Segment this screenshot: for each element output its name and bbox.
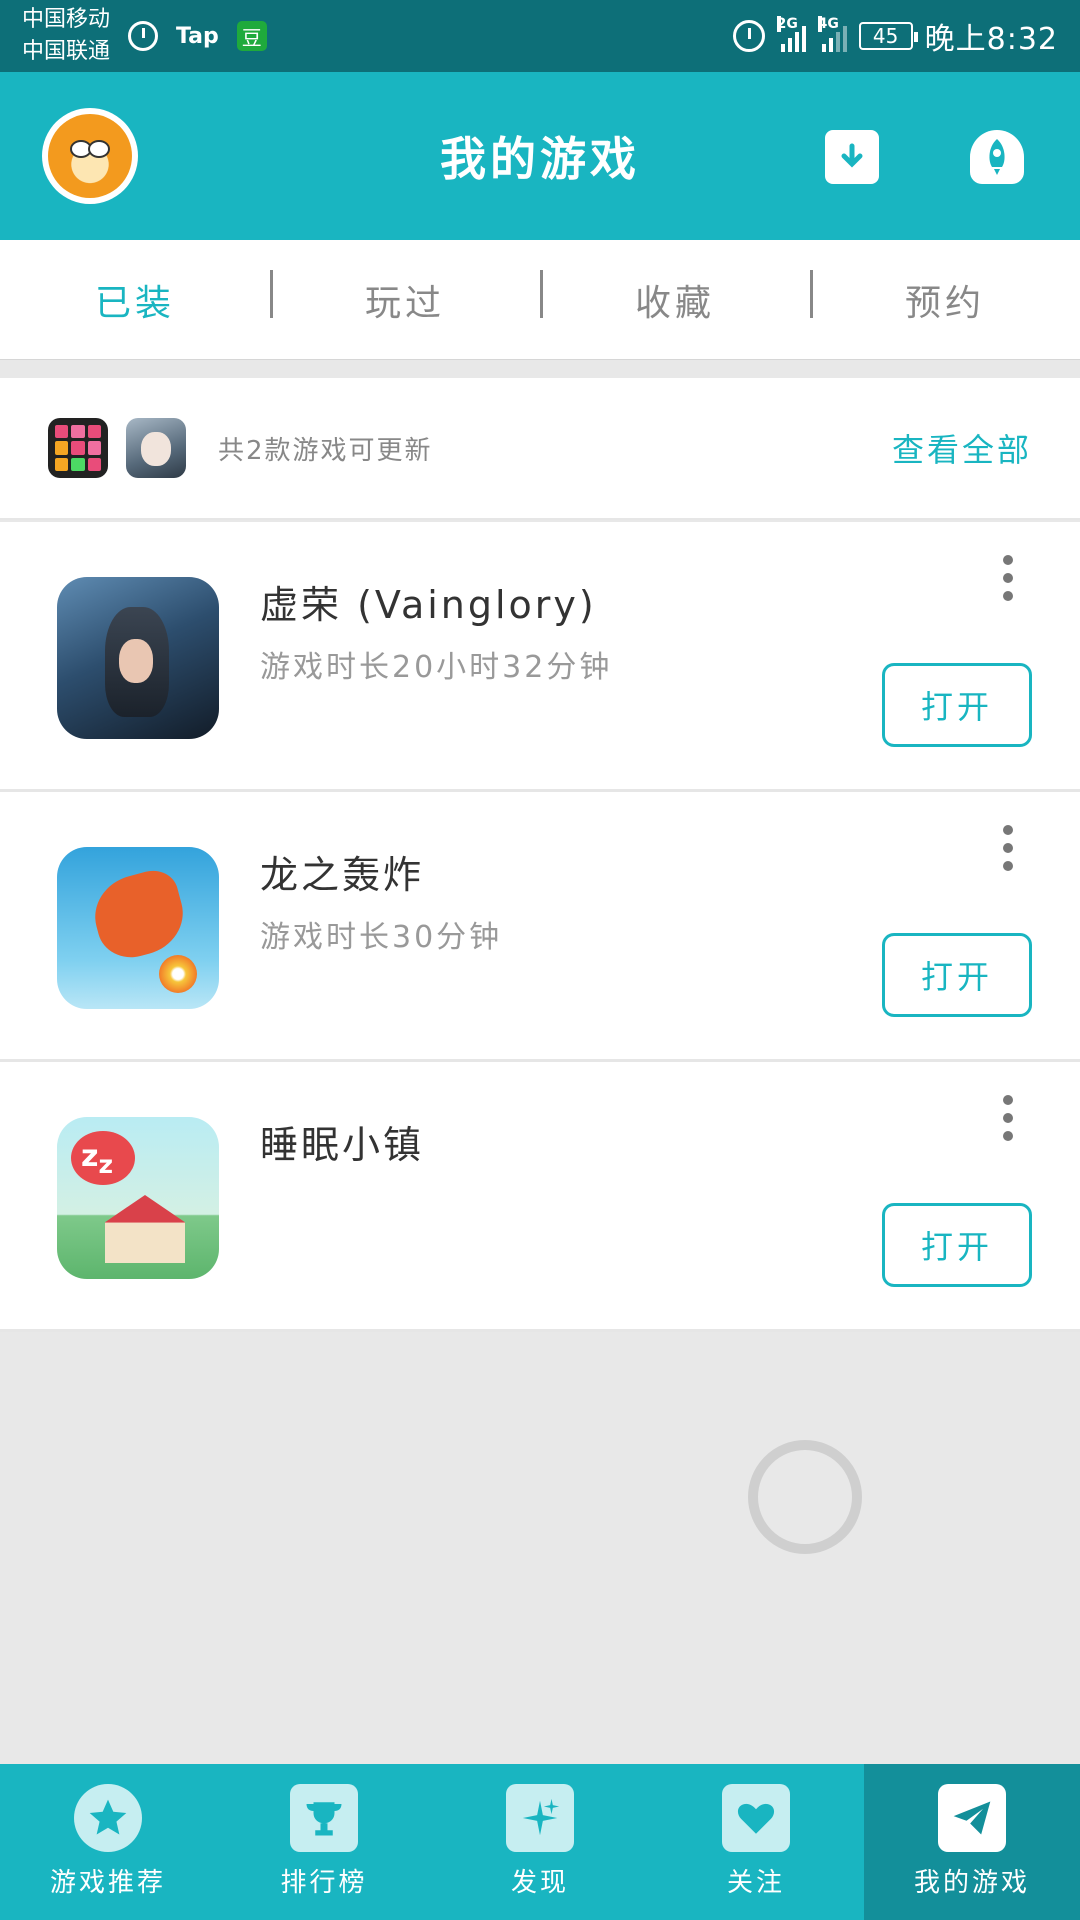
game-tabs: 已装 玩过 收藏 预约 [0, 240, 1080, 360]
tab-installed[interactable]: 已装 [0, 274, 270, 326]
sparkle-icon [506, 1784, 574, 1852]
nav-item-recommend[interactable]: 游戏推荐 [0, 1764, 216, 1920]
nav-item-rankings[interactable]: 排行榜 [216, 1764, 432, 1920]
installed-games-list: 虚荣 (Vainglory) 游戏时长20小时32分钟 打开 龙之轰炸 游戏时长… [0, 522, 1080, 1332]
heart-icon [722, 1784, 790, 1852]
carrier-1: 中国移动 [22, 7, 111, 32]
nav-label: 游戏推荐 [49, 1868, 166, 1898]
nav-label: 排行榜 [280, 1868, 368, 1898]
open-game-button[interactable]: 打开 [882, 933, 1032, 1017]
battery-icon: 45 [858, 22, 918, 50]
tab-reservations[interactable]: 预约 [810, 269, 1080, 326]
download-manager-button[interactable] [825, 130, 879, 184]
list-item[interactable]: zz 睡眠小镇 打开 [0, 1062, 1080, 1332]
nav-label: 我的游戏 [913, 1868, 1030, 1898]
status-bar-right: 2G 4G 45 晚上8:32 [732, 14, 1058, 58]
clock: 晚上8:32 [924, 22, 1058, 57]
signal-2g-icon: 2G [776, 16, 806, 52]
garfield-avatar-icon [48, 114, 132, 198]
bottom-nav: 游戏推荐 排行榜 发现 关注 我的游戏 [0, 1764, 1080, 1920]
sleep-town-game-icon: zz [57, 1117, 219, 1279]
more-options-icon[interactable] [1000, 555, 1016, 601]
alarm-icon [732, 20, 765, 52]
list-item[interactable]: 龙之轰炸 游戏时长30分钟 打开 [0, 792, 1080, 1062]
network-type-2g: 2G [776, 16, 798, 32]
star-icon [74, 1784, 142, 1852]
rocket-icon [989, 139, 1005, 175]
signal-4g-icon: 4G [817, 16, 847, 52]
more-options-icon[interactable] [1000, 1095, 1016, 1141]
update-available-bar[interactable]: 共2款游戏可更新 查看全部 [0, 378, 1080, 520]
update-count-text: 共2款游戏可更新 [218, 435, 433, 466]
open-game-button[interactable]: 打开 [882, 663, 1032, 747]
avatar[interactable] [42, 108, 138, 204]
tap-app-icon: Tap [176, 23, 219, 49]
more-options-icon[interactable] [1000, 825, 1016, 871]
dragon-game-icon [57, 847, 219, 1009]
nav-item-following[interactable]: 关注 [648, 1764, 864, 1920]
open-game-button[interactable]: 打开 [882, 1203, 1032, 1287]
page-title: 我的游戏 [440, 132, 640, 186]
nav-item-discover[interactable]: 发现 [432, 1764, 648, 1920]
tab-favorites[interactable]: 收藏 [540, 269, 810, 326]
tab-played[interactable]: 玩过 [270, 269, 540, 326]
view-all-link[interactable]: 查看全部 [892, 425, 1032, 471]
vainglory-game-icon [57, 577, 219, 739]
paper-plane-icon [938, 1784, 1006, 1852]
speed-up-button[interactable] [970, 130, 1024, 184]
game-playtime: 游戏时长30分钟 [260, 920, 503, 955]
list-item[interactable]: 虚荣 (Vainglory) 游戏时长20小时32分钟 打开 [0, 522, 1080, 792]
download-box-icon [841, 143, 863, 168]
game-name: 龙之轰炸 [260, 853, 425, 897]
timer-icon [128, 21, 159, 51]
nav-label: 发现 [510, 1868, 569, 1898]
douban-icon: 豆 [236, 21, 267, 51]
status-bar: 中国移动 中国联通 Tap 豆 2G 4G 45 晚上8:32 [0, 0, 1080, 72]
game-name: 虚荣 (Vainglory) [260, 583, 597, 627]
game-playtime: 游戏时长20小时32分钟 [260, 650, 613, 685]
nav-label: 关注 [726, 1868, 785, 1898]
carrier-2: 中国联通 [22, 39, 111, 64]
anime-game-icon [126, 418, 186, 478]
network-type-4g: 4G [817, 16, 839, 32]
carrier-names: 中国移动 中国联通 [22, 4, 110, 68]
trophy-icon [290, 1784, 358, 1852]
nav-item-my-games[interactable]: 我的游戏 [864, 1764, 1080, 1920]
app-header: 我的游戏 [0, 72, 1080, 240]
loading-spinner-icon [748, 1440, 862, 1554]
game-name: 睡眠小镇 [260, 1123, 425, 1167]
block-puzzle-game-icon [48, 418, 108, 478]
status-bar-left: 中国移动 中国联通 Tap 豆 [22, 4, 267, 68]
